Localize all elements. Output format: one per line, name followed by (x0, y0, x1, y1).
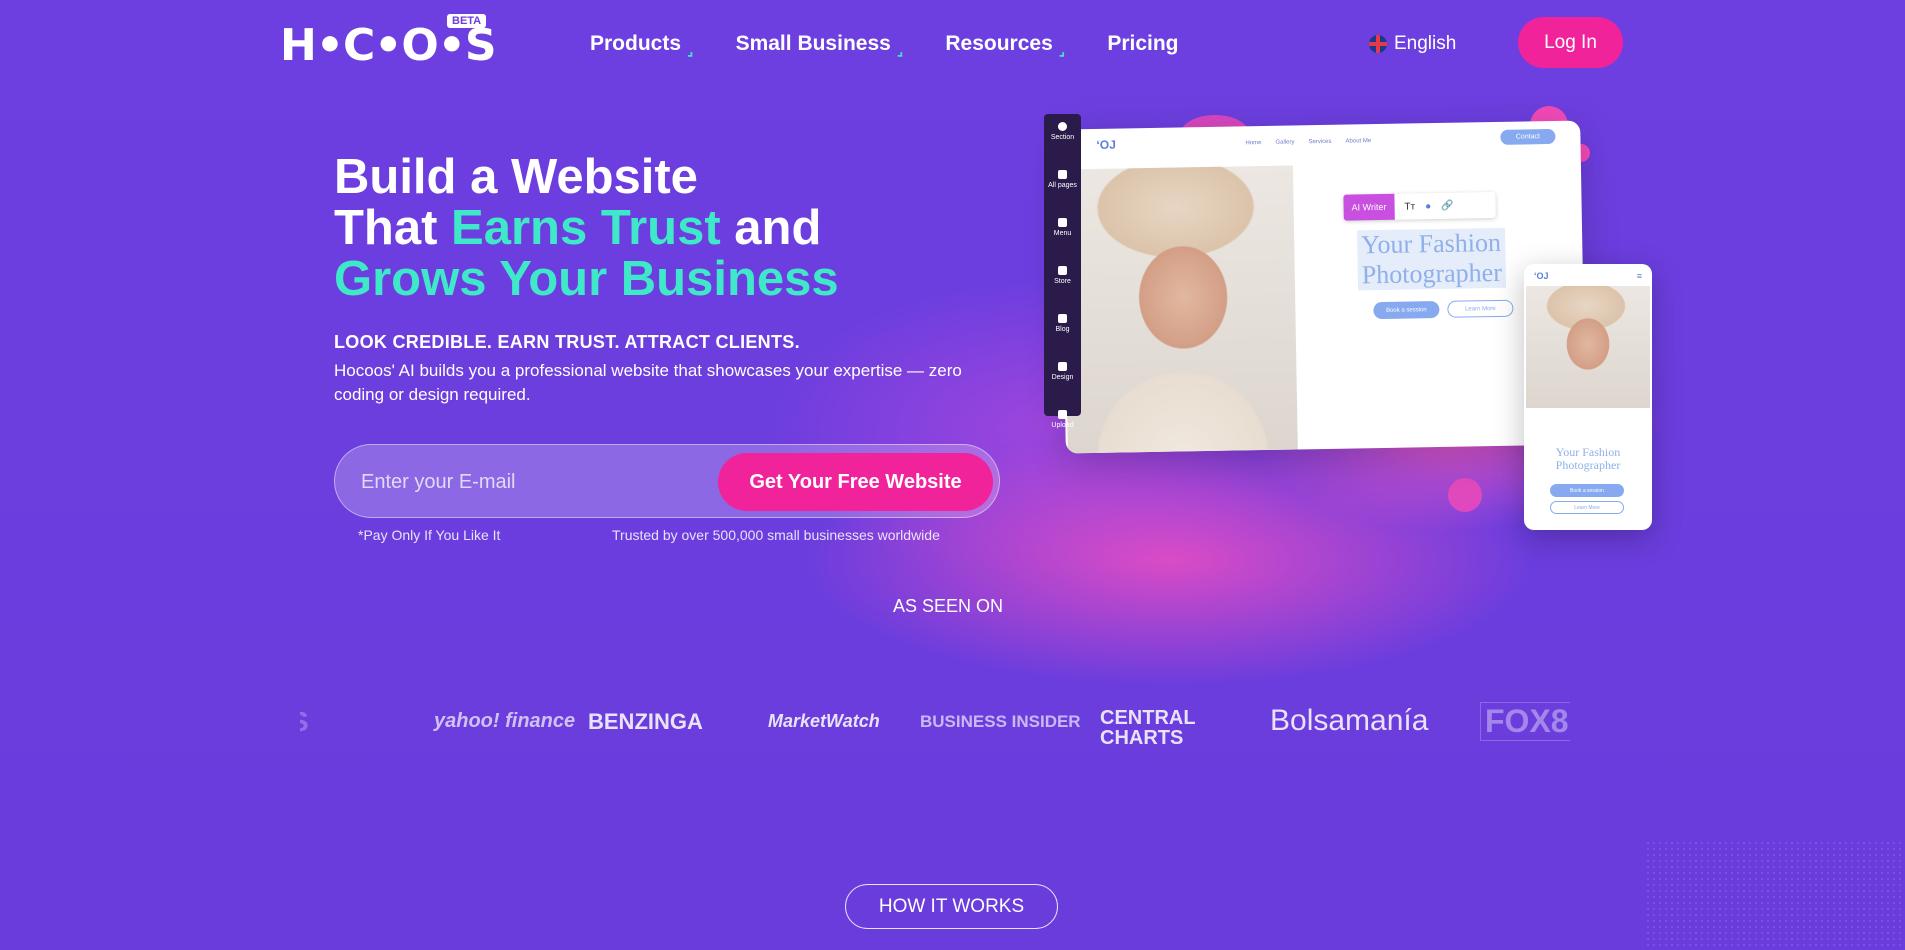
fashion-photo (1062, 165, 1298, 454)
page: H•C•O•S BETA Products ⌟ Small Business ⌟… (0, 0, 1905, 950)
press-logos-strip: S yahoo! finance BENZINGA MarketWatch BU… (300, 700, 1570, 746)
pay-note: *Pay Only If You Like It (358, 527, 501, 543)
tool-label: Upload (1051, 422, 1074, 429)
hero-title-line1: Build a Website (334, 150, 698, 204)
hero-title-accent-trust: Earns Trust (451, 201, 721, 255)
tool-label: Blog (1055, 326, 1070, 333)
mobile-headline-1: Your Fashion (1555, 445, 1621, 459)
hero-description: Hocoos' AI builds you a professional web… (334, 361, 962, 404)
preview-nav-links: Home Gallery Services About Me (1245, 138, 1371, 146)
tool-label: All pages (1048, 182, 1077, 189)
hero-title-line3: Grows Your Business (334, 252, 839, 306)
hero-title-line2a: That (334, 201, 452, 255)
how-it-works-button[interactable]: HOW IT WORKS (845, 884, 1058, 929)
preview-book-button: Book a session (1373, 300, 1440, 320)
trusted-note: Trusted by over 500,000 small businesses… (612, 527, 940, 543)
tool-all-pages[interactable]: All pages (1044, 168, 1081, 210)
tool-label: Design (1051, 374, 1074, 381)
as-seen-on-heading: AS SEEN ON (893, 596, 1004, 616)
main-nav: Products ⌟ Small Business ⌟ Resources ⌟ … (590, 32, 1221, 59)
email-signup-form: Get Your Free Website (334, 444, 1000, 518)
nav-products-label: Products (590, 32, 682, 55)
mobile-book-button: Book a session (1550, 484, 1624, 497)
hocoos-logo[interactable]: H•C•O•S BETA (280, 14, 497, 71)
press-logo-marketwatch: MarketWatch (768, 711, 880, 731)
mobile-logo-icon: ʻOJ (1534, 271, 1549, 281)
editor-toolbar: Section All pages Menu Store Blog Design… (1044, 114, 1081, 429)
chevron-down-icon: ⌟ (687, 42, 694, 58)
login-button[interactable]: Log In (1518, 17, 1623, 68)
chevron-down-icon: ⌟ (896, 42, 904, 58)
mobile-headline: Your Fashion Photographer (1524, 446, 1652, 472)
preview-logo-icon: ʻOJ (1096, 137, 1116, 152)
language-selector[interactable]: English (1369, 33, 1456, 55)
tool-design[interactable]: Design (1044, 360, 1081, 402)
store-icon (1058, 266, 1067, 275)
nav-small-business-label: Small Business (735, 32, 891, 55)
language-label: English (1394, 33, 1457, 54)
preview-learn-button: Learn More (1447, 299, 1514, 318)
ai-writer-toolbar: AI Writer Tт ● 🔗 (1343, 191, 1496, 221)
preview-contact-button: Contact (1500, 128, 1556, 145)
menu-icon (1058, 218, 1067, 227)
mobile-site-preview: ʻOJ ≡ Your Fashion Photographer Book a s… (1524, 264, 1652, 530)
chevron-down-icon: ⌟ (1058, 42, 1066, 58)
preview-nav-link: Gallery (1275, 139, 1295, 146)
desktop-site-preview: ʻOJ Home Gallery Services About Me Conta… (1060, 120, 1586, 454)
mobile-headline-2: Photographer (1555, 458, 1621, 472)
upload-icon (1058, 410, 1067, 419)
press-logo-fox8: FOX8 (1480, 702, 1570, 741)
preview-headline-1: Your Fashion (1361, 227, 1502, 260)
tool-label: Section (1050, 134, 1075, 141)
press-logo-bolsamania: Bolsamanía (1270, 704, 1429, 737)
mobile-fashion-photo (1526, 286, 1650, 408)
decor-dot-pattern (1645, 840, 1905, 950)
get-free-website-button[interactable]: Get Your Free Website (718, 453, 993, 511)
press-logo-fragment: S (300, 706, 309, 738)
tool-store[interactable]: Store (1044, 264, 1081, 306)
tool-section[interactable]: Section (1044, 120, 1081, 162)
design-icon (1058, 362, 1067, 371)
press-logo-benzinga: BENZINGA (588, 709, 703, 734)
pages-icon (1058, 170, 1067, 179)
decor-bubble (1448, 478, 1482, 512)
nav-small-business[interactable]: Small Business ⌟ (736, 32, 904, 59)
email-input[interactable] (361, 467, 701, 497)
preview-headline: Your Fashion Photographer (1357, 227, 1507, 291)
logo-text: H•C•O•S (280, 20, 497, 71)
tool-label: Store (1054, 278, 1071, 285)
blog-icon (1058, 314, 1067, 323)
preview-nav-link: About Me (1345, 138, 1372, 145)
color-icon: ● (1425, 200, 1432, 212)
hamburger-icon: ≡ (1636, 271, 1642, 281)
tool-label: Menu (1053, 230, 1072, 237)
tool-menu[interactable]: Menu (1044, 216, 1081, 258)
nav-resources[interactable]: Resources ⌟ (945, 32, 1065, 59)
uk-flag-icon (1369, 35, 1387, 53)
preview-nav-link: Services (1308, 138, 1332, 146)
text-size-icon: Tт (1404, 200, 1416, 213)
mobile-learn-button: Learn More (1550, 501, 1624, 514)
preview-headline-2: Photographer (1361, 257, 1503, 290)
tool-upload[interactable]: Upload (1044, 408, 1081, 450)
preview-nav: ʻOJ Home Gallery Services About Me Conta… (1060, 120, 1580, 159)
ai-writer-label: AI Writer (1343, 193, 1395, 221)
tool-blog[interactable]: Blog (1044, 312, 1081, 354)
nav-pricing-label: Pricing (1107, 32, 1179, 55)
beta-badge: BETA (447, 14, 487, 28)
nav-resources-label: Resources (945, 32, 1053, 55)
hero-title: Build a Website That Earns Trust and Gro… (334, 152, 839, 305)
nav-pricing[interactable]: Pricing (1107, 32, 1178, 59)
hero-title-line2c: and (720, 201, 822, 255)
hero-subhead: LOOK CREDIBLE. EARN TRUST. ATTRACT CLIEN… (334, 332, 800, 352)
press-logo-business-insider: BUSINESS INSIDER (920, 712, 1081, 731)
nav-products[interactable]: Products ⌟ (590, 32, 694, 59)
preview-nav-link: Home (1245, 140, 1262, 147)
press-logo-central-charts: CENTRAL CHARTS (1100, 707, 1196, 746)
plus-icon (1058, 122, 1067, 131)
press-logo-yahoo-finance: yahoo! finance (434, 710, 576, 732)
link-icon: 🔗 (1441, 200, 1454, 212)
